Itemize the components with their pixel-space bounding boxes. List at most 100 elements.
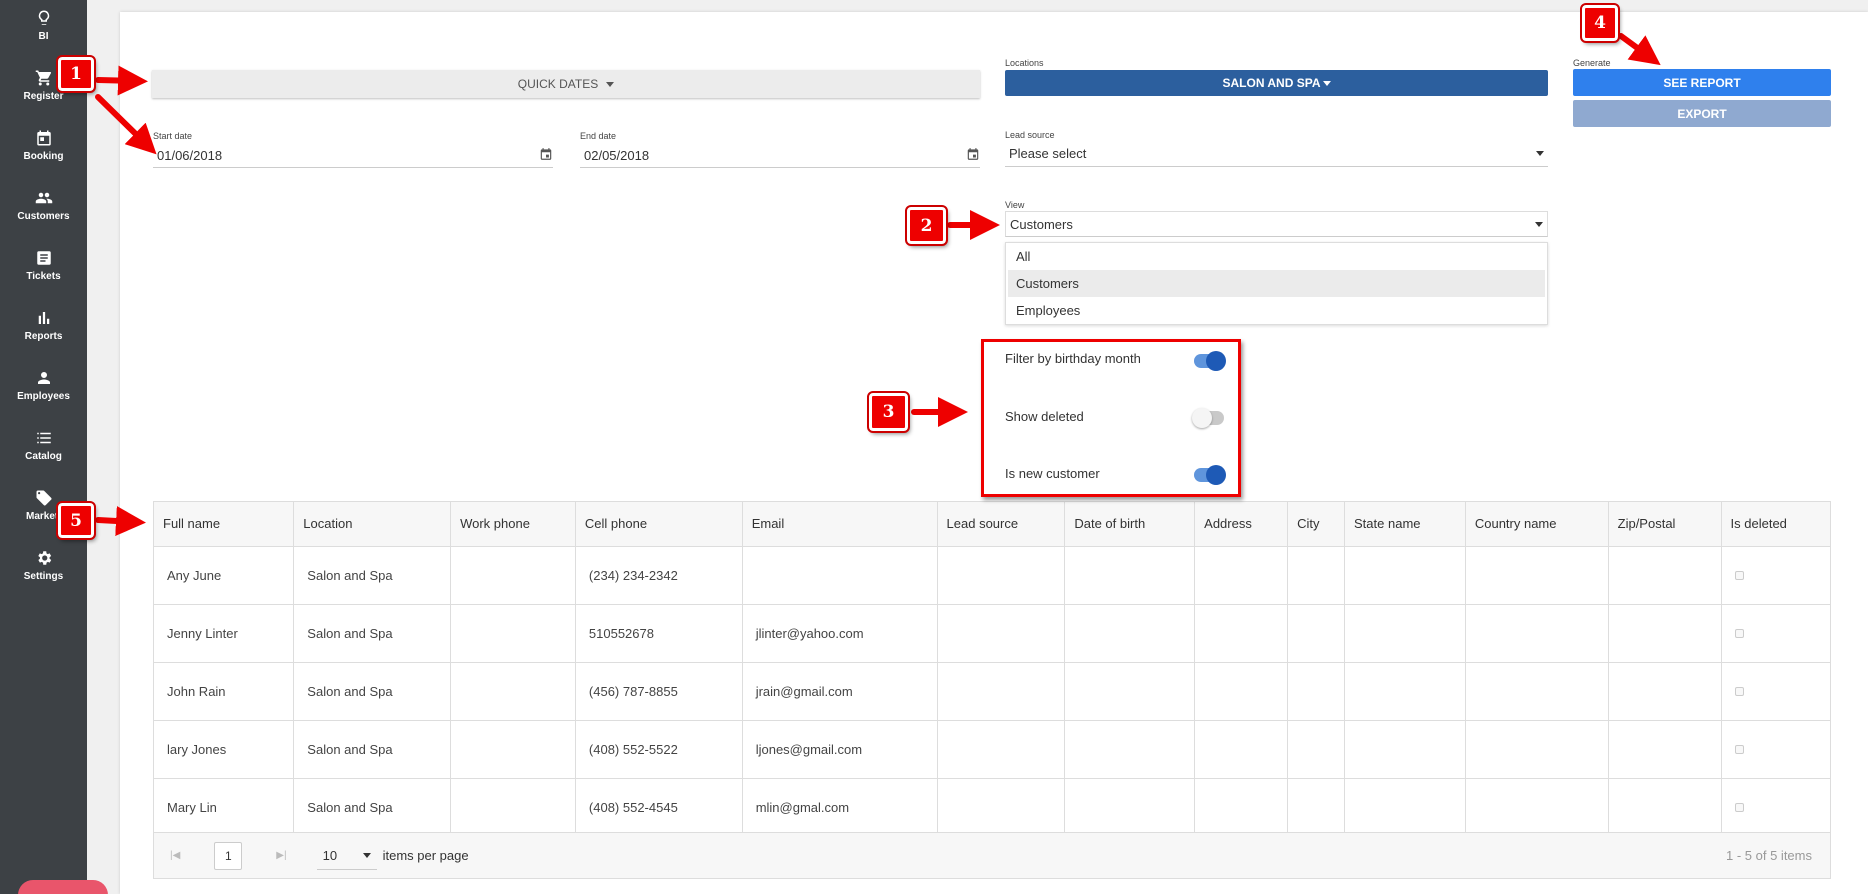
cell-location: Salon and Spa bbox=[293, 720, 452, 779]
pager-summary: 1 - 5 of 5 items bbox=[1726, 848, 1812, 863]
pager: |◀ 1 ▶| 10 items per page 1 - 5 of 5 ite… bbox=[154, 832, 1830, 878]
people-icon bbox=[34, 188, 54, 208]
cell-country-name bbox=[1465, 604, 1609, 663]
end-date-value: 02/05/2018 bbox=[584, 148, 650, 163]
last-page-icon[interactable]: ▶| bbox=[276, 850, 286, 861]
sidebar: BI Register Booking Customers Tickets Re… bbox=[0, 0, 108, 894]
column-header-city[interactable]: City bbox=[1287, 502, 1346, 547]
cell-email: jrain@gmail.com bbox=[742, 662, 938, 721]
cell-work-phone bbox=[450, 604, 576, 663]
sidebar-item-label: Booking bbox=[23, 151, 64, 162]
caret-down-icon bbox=[606, 81, 615, 87]
table-row[interactable]: John Rain Salon and Spa (456) 787-8855 j… bbox=[154, 662, 1830, 721]
sidebar-item-bi[interactable]: BI bbox=[0, 8, 87, 64]
sidebar-item-booking[interactable]: Booking bbox=[0, 128, 87, 184]
bar-chart-icon bbox=[34, 308, 54, 328]
lead-source-value: Please select bbox=[1009, 146, 1087, 161]
sidebar-item-settings[interactable]: Settings bbox=[0, 548, 87, 604]
cell-zip-postal bbox=[1608, 604, 1722, 663]
cell-date-of-birth bbox=[1064, 604, 1196, 663]
sidebar-item-label: Catalog bbox=[25, 451, 62, 462]
cell-date-of-birth bbox=[1064, 720, 1196, 779]
table-row[interactable]: Mary Lin Salon and Spa (408) 552-4545 ml… bbox=[154, 778, 1830, 837]
quick-dates-button[interactable]: QUICK DATES bbox=[152, 70, 980, 98]
caret-down-icon bbox=[1322, 80, 1331, 86]
items-per-page-label: items per page bbox=[382, 848, 469, 863]
cell-location: Salon and Spa bbox=[293, 604, 452, 663]
view-option-employees[interactable]: Employees bbox=[1008, 297, 1545, 324]
cell-date-of-birth bbox=[1064, 662, 1196, 721]
cell-country-name bbox=[1465, 662, 1609, 721]
ticket-icon bbox=[34, 248, 54, 268]
column-header-address[interactable]: Address bbox=[1194, 502, 1289, 547]
cell-full-name: John Rain bbox=[154, 662, 295, 721]
cell-is-deleted bbox=[1721, 720, 1830, 779]
column-header-work-phone[interactable]: Work phone bbox=[450, 502, 576, 547]
is-deleted-checkbox[interactable] bbox=[1734, 628, 1744, 638]
view-option-all[interactable]: All bbox=[1008, 243, 1545, 270]
table-row[interactable]: lary Jones Salon and Spa (408) 552-5522 … bbox=[154, 720, 1830, 779]
cell-email: jlinter@yahoo.com bbox=[742, 604, 938, 663]
column-header-cell-phone[interactable]: Cell phone bbox=[575, 502, 743, 547]
first-page-icon[interactable]: |◀ bbox=[170, 850, 180, 861]
table-row[interactable]: Jenny Linter Salon and Spa 510552678 jli… bbox=[154, 604, 1830, 663]
start-date-field[interactable]: 01/06/2018 bbox=[153, 144, 553, 168]
cell-country-name bbox=[1465, 720, 1609, 779]
column-header-is-deleted[interactable]: Is deleted bbox=[1721, 502, 1830, 547]
page-size-select[interactable]: 10 bbox=[316, 842, 377, 870]
cell-work-phone bbox=[450, 546, 576, 605]
sidebar-item-label: Employees bbox=[17, 391, 70, 402]
view-select[interactable]: Customers bbox=[1005, 211, 1548, 237]
table-header-row: Full name Location Work phone Cell phone… bbox=[154, 502, 1830, 547]
cell-state-name bbox=[1344, 662, 1466, 721]
sidebar-item-label: BI bbox=[38, 31, 49, 42]
cell-city bbox=[1287, 662, 1346, 721]
cell-zip-postal bbox=[1608, 720, 1722, 779]
cell-cell-phone: (456) 787-8855 bbox=[575, 662, 743, 721]
see-report-button[interactable]: SEE REPORT bbox=[1573, 69, 1831, 96]
column-header-location[interactable]: Location bbox=[293, 502, 452, 547]
column-header-country-name[interactable]: Country name bbox=[1465, 502, 1609, 547]
column-header-zip-postal[interactable]: Zip/Postal bbox=[1608, 502, 1722, 547]
sidebar-item-catalog[interactable]: Catalog bbox=[0, 428, 87, 484]
sidebar-item-label: Reports bbox=[24, 331, 63, 342]
column-header-lead-source[interactable]: Lead source bbox=[937, 502, 1066, 547]
sidebar-item-label: Marketi bbox=[25, 511, 61, 522]
cell-state-name bbox=[1344, 778, 1466, 837]
column-header-email[interactable]: Email bbox=[742, 502, 938, 547]
help-button[interactable] bbox=[18, 880, 108, 894]
sidebar-item-reports[interactable]: Reports bbox=[0, 308, 87, 364]
is-deleted-checkbox[interactable] bbox=[1734, 802, 1744, 812]
sidebar-item-tickets[interactable]: Tickets bbox=[0, 248, 87, 304]
sidebar-item-customers[interactable]: Customers bbox=[0, 188, 87, 244]
calendar-icon[interactable] bbox=[966, 147, 980, 164]
sidebar-item-label: Settings bbox=[23, 571, 64, 582]
cell-work-phone bbox=[450, 778, 576, 837]
locations-value: SALON AND SPA bbox=[1222, 76, 1321, 90]
lead-source-select[interactable]: Please select bbox=[1005, 141, 1548, 167]
calendar-icon bbox=[34, 128, 54, 148]
sidebar-item-employees[interactable]: Employees bbox=[0, 368, 87, 424]
view-option-customers[interactable]: Customers bbox=[1008, 270, 1545, 297]
end-date-field[interactable]: 02/05/2018 bbox=[580, 144, 980, 168]
page-size-value: 10 bbox=[322, 847, 338, 863]
cell-lead-source bbox=[937, 662, 1066, 721]
column-header-full-name[interactable]: Full name bbox=[154, 502, 295, 547]
cell-address bbox=[1194, 778, 1289, 837]
report-table: Full name Location Work phone Cell phone… bbox=[153, 501, 1831, 879]
is-deleted-checkbox[interactable] bbox=[1734, 570, 1744, 580]
column-header-state-name[interactable]: State name bbox=[1344, 502, 1466, 547]
locations-select[interactable]: SALON AND SPA bbox=[1005, 70, 1548, 96]
cell-country-name bbox=[1465, 546, 1609, 605]
cell-email: mlin@gmal.com bbox=[742, 778, 938, 837]
column-header-date-of-birth[interactable]: Date of birth bbox=[1064, 502, 1196, 547]
table-row[interactable]: Any June Salon and Spa (234) 234-2342 bbox=[154, 546, 1830, 605]
cell-lead-source bbox=[937, 604, 1066, 663]
cell-location: Salon and Spa bbox=[293, 546, 452, 605]
cell-full-name: Jenny Linter bbox=[154, 604, 295, 663]
page-number[interactable]: 1 bbox=[214, 841, 243, 870]
calendar-icon[interactable] bbox=[539, 147, 553, 164]
export-button[interactable]: EXPORT bbox=[1573, 100, 1831, 127]
is-deleted-checkbox[interactable] bbox=[1734, 744, 1744, 754]
is-deleted-checkbox[interactable] bbox=[1734, 686, 1744, 696]
